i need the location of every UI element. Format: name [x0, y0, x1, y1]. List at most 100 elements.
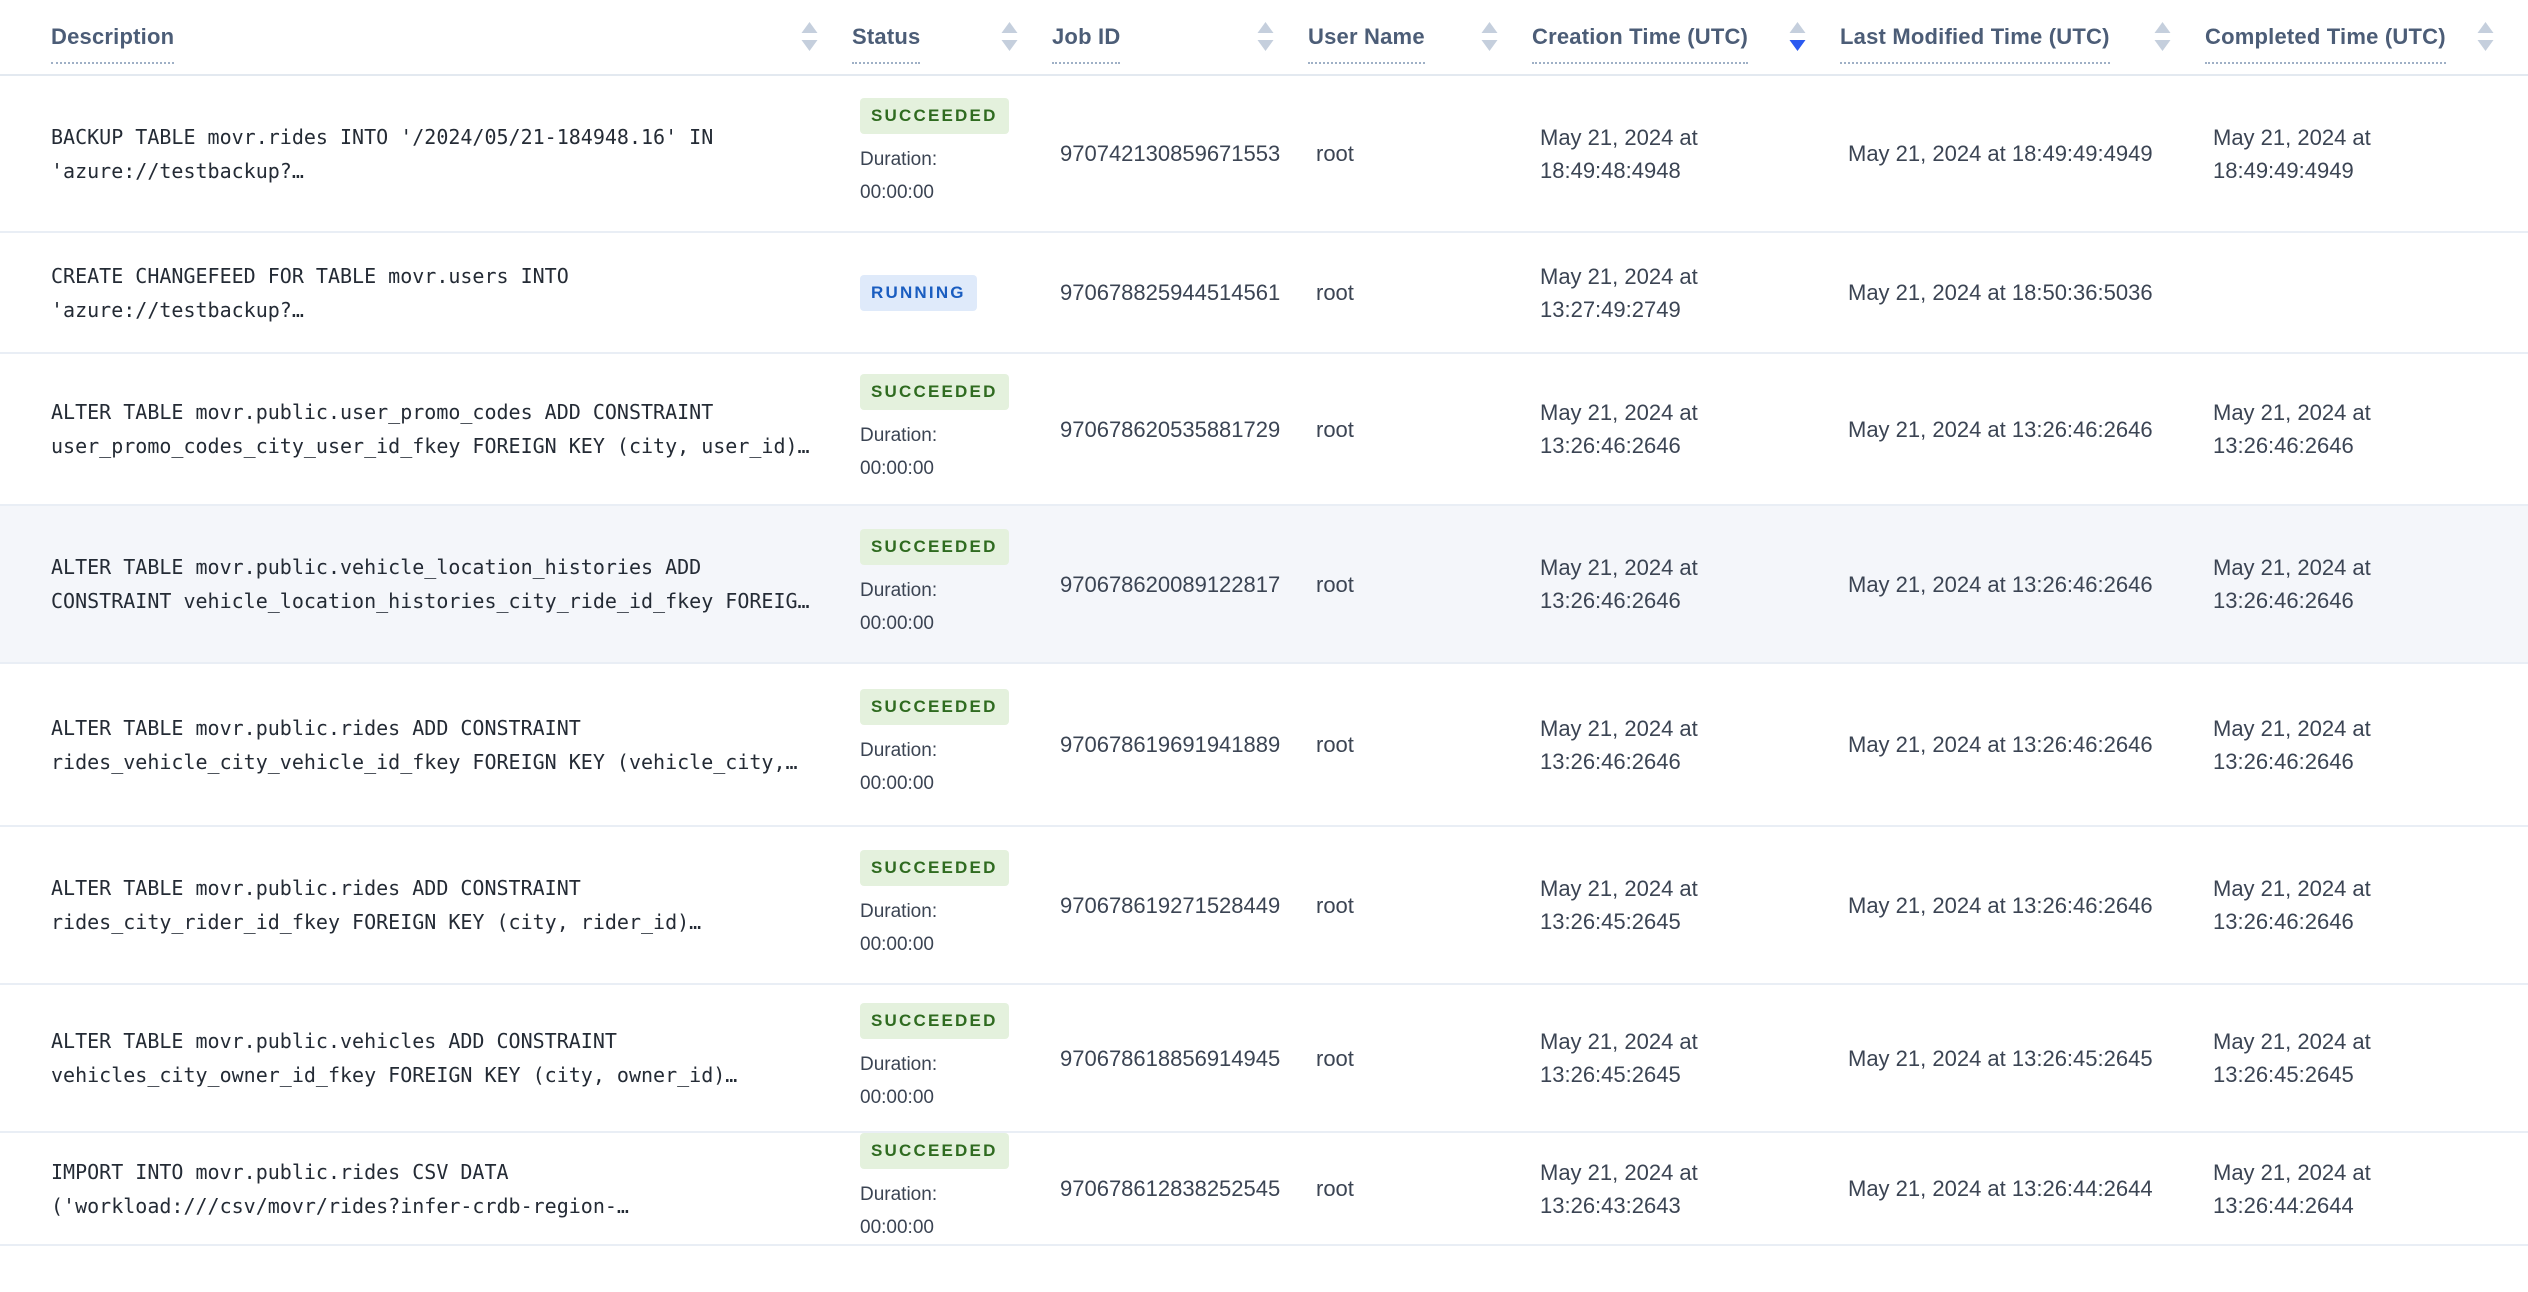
sort-icon: [1481, 22, 1498, 51]
job-row[interactable]: ALTER TABLE movr.public.vehicles ADD CON…: [0, 985, 2528, 1133]
job-status: SUCCEEDED Duration: 00:00:00: [852, 1133, 1052, 1244]
last-modified-time: May 21, 2024 at 13:26:45:2645: [1848, 1045, 2153, 1071]
job-id: 970678619271528449: [1060, 892, 1281, 918]
status-badge: SUCCEEDED: [860, 373, 1009, 410]
job-description: ALTER TABLE movr.public.vehicle_location…: [51, 555, 810, 613]
job-status: SUCCEEDED Duration: 00:00:00: [852, 98, 1052, 209]
job-description: ALTER TABLE movr.public.rides ADD CONSTR…: [51, 715, 798, 774]
user-name: root: [1316, 1176, 1354, 1201]
completed-time: May 21, 2024 at 13:26:46:2646: [2213, 876, 2371, 934]
sort-icon-active-desc: [1789, 22, 1806, 51]
column-label: Status: [852, 24, 921, 64]
status-badge: SUCCEEDED: [860, 1133, 1009, 1169]
user-name: root: [1316, 892, 1354, 918]
last-modified-time: May 21, 2024 at 13:26:46:2646: [1848, 571, 2153, 597]
duration-label: Duration:: [860, 424, 938, 446]
job-description: CREATE CHANGEFEED FOR TABLE movr.users I…: [51, 263, 569, 322]
status-badge: SUCCEEDED: [860, 1002, 1009, 1039]
duration-value: 00:00:00: [860, 933, 934, 955]
completed-time: May 21, 2024 at 13:26:44:2644: [2213, 1159, 2371, 1218]
status-badge: RUNNING: [860, 274, 977, 311]
duration-label: Duration:: [860, 900, 938, 922]
creation-time: May 21, 2024 at 13:26:46:2646: [1540, 715, 1698, 774]
creation-time: May 21, 2024 at 13:26:45:2645: [1540, 1029, 1698, 1087]
completed-time: May 21, 2024 at 13:26:46:2646: [2213, 400, 2371, 458]
duration-label: Duration:: [860, 1053, 938, 1075]
creation-time: May 21, 2024 at 13:26:43:2643: [1540, 1159, 1698, 1218]
column-label: Last Modified Time (UTC): [1840, 24, 2110, 64]
column-header-description[interactable]: Description: [0, 10, 852, 64]
user-name: root: [1316, 280, 1354, 305]
column-header-user-name[interactable]: User Name: [1308, 10, 1532, 64]
creation-time: May 21, 2024 at 13:26:46:2646: [1540, 555, 1698, 613]
job-status: SUCCEEDED Duration: 00:00:00: [852, 1002, 1052, 1114]
job-row[interactable]: ALTER TABLE movr.public.rides ADD CONSTR…: [0, 664, 2528, 827]
duration-value: 00:00:00: [860, 1217, 934, 1238]
status-badge: SUCCEEDED: [860, 528, 1009, 565]
job-status: RUNNING: [852, 274, 1052, 311]
duration-value: 00:00:00: [860, 1086, 934, 1108]
status-badge: SUCCEEDED: [860, 689, 1009, 725]
job-status: SUCCEEDED Duration: 00:00:00: [852, 528, 1052, 640]
user-name: root: [1316, 571, 1354, 597]
job-row[interactable]: BACKUP TABLE movr.rides INTO '/2024/05/2…: [0, 76, 2528, 233]
job-id: 970742130859671553: [1060, 141, 1281, 166]
duration-label: Duration:: [860, 149, 938, 170]
column-header-last-modified-time[interactable]: Last Modified Time (UTC): [1840, 10, 2205, 64]
jobs-table: Description Status Job ID User Name Crea…: [0, 0, 2528, 1246]
job-id: 970678612838252545: [1060, 1176, 1281, 1201]
column-label: Completed Time (UTC): [2205, 24, 2446, 64]
job-id: 970678619691941889: [1060, 732, 1281, 757]
job-row[interactable]: ALTER TABLE movr.public.vehicle_location…: [0, 506, 2528, 664]
creation-time: May 21, 2024 at 13:26:45:2645: [1540, 876, 1698, 934]
column-label: Description: [51, 24, 175, 64]
last-modified-time: May 21, 2024 at 18:49:49:4949: [1848, 141, 2153, 166]
job-status: SUCCEEDED Duration: 00:00:00: [852, 849, 1052, 961]
status-badge: SUCCEEDED: [860, 849, 1009, 886]
last-modified-time: May 21, 2024 at 13:26:46:2646: [1848, 732, 2153, 757]
creation-time: May 21, 2024 at 13:26:46:2646: [1540, 400, 1698, 458]
sort-icon: [801, 22, 818, 51]
last-modified-time: May 21, 2024 at 13:26:46:2646: [1848, 892, 2153, 918]
job-description: ALTER TABLE movr.public.rides ADD CONSTR…: [51, 876, 702, 934]
status-badge: SUCCEEDED: [860, 98, 1009, 134]
column-header-completed-time[interactable]: Completed Time (UTC): [2205, 10, 2528, 64]
job-id: 970678620089122817: [1060, 571, 1281, 597]
column-header-job-id[interactable]: Job ID: [1052, 10, 1308, 64]
job-row[interactable]: ALTER TABLE movr.public.rides ADD CONSTR…: [0, 827, 2528, 985]
job-row[interactable]: IMPORT INTO movr.public.rides CSV DATA (…: [0, 1133, 2528, 1246]
job-row[interactable]: CREATE CHANGEFEED FOR TABLE movr.users I…: [0, 233, 2528, 354]
user-name: root: [1316, 416, 1354, 442]
job-status: SUCCEEDED Duration: 00:00:00: [852, 373, 1052, 485]
last-modified-time: May 21, 2024 at 13:26:44:2644: [1848, 1176, 2153, 1201]
duration-value: 00:00:00: [860, 612, 934, 634]
job-id: 970678618856914945: [1060, 1045, 1281, 1071]
job-status: SUCCEEDED Duration: 00:00:00: [852, 689, 1052, 800]
column-header-creation-time[interactable]: Creation Time (UTC): [1532, 10, 1840, 64]
duration-value: 00:00:00: [860, 457, 934, 479]
duration-value: 00:00:00: [860, 182, 934, 203]
last-modified-time: May 21, 2024 at 18:50:36:5036: [1848, 280, 2153, 305]
job-description: ALTER TABLE movr.public.vehicles ADD CON…: [51, 1029, 738, 1087]
table-header: Description Status Job ID User Name Crea…: [0, 0, 2528, 76]
creation-time: May 21, 2024 at 18:49:48:4948: [1540, 124, 1698, 183]
column-label: User Name: [1308, 24, 1425, 64]
completed-time: May 21, 2024 at 13:26:46:2646: [2213, 715, 2371, 774]
sort-icon: [1001, 22, 1018, 51]
duration-value: 00:00:00: [860, 773, 934, 794]
user-name: root: [1316, 732, 1354, 757]
job-row[interactable]: ALTER TABLE movr.public.user_promo_codes…: [0, 354, 2528, 506]
sort-icon: [2154, 22, 2171, 51]
completed-time: May 21, 2024 at 13:26:45:2645: [2213, 1029, 2371, 1087]
duration-label: Duration:: [860, 579, 938, 601]
column-header-status[interactable]: Status: [852, 10, 1052, 64]
sort-icon: [2477, 22, 2494, 51]
sort-icon: [1257, 22, 1274, 51]
completed-time: May 21, 2024 at 18:49:49:4949: [2213, 124, 2371, 183]
completed-time: May 21, 2024 at 13:26:46:2646: [2213, 555, 2371, 613]
job-description: IMPORT INTO movr.public.rides CSV DATA (…: [51, 1159, 629, 1218]
column-label: Creation Time (UTC): [1532, 24, 1749, 64]
job-description: BACKUP TABLE movr.rides INTO '/2024/05/2…: [51, 124, 714, 183]
creation-time: May 21, 2024 at 13:27:49:2749: [1540, 263, 1698, 322]
duration-label: Duration:: [860, 740, 938, 761]
